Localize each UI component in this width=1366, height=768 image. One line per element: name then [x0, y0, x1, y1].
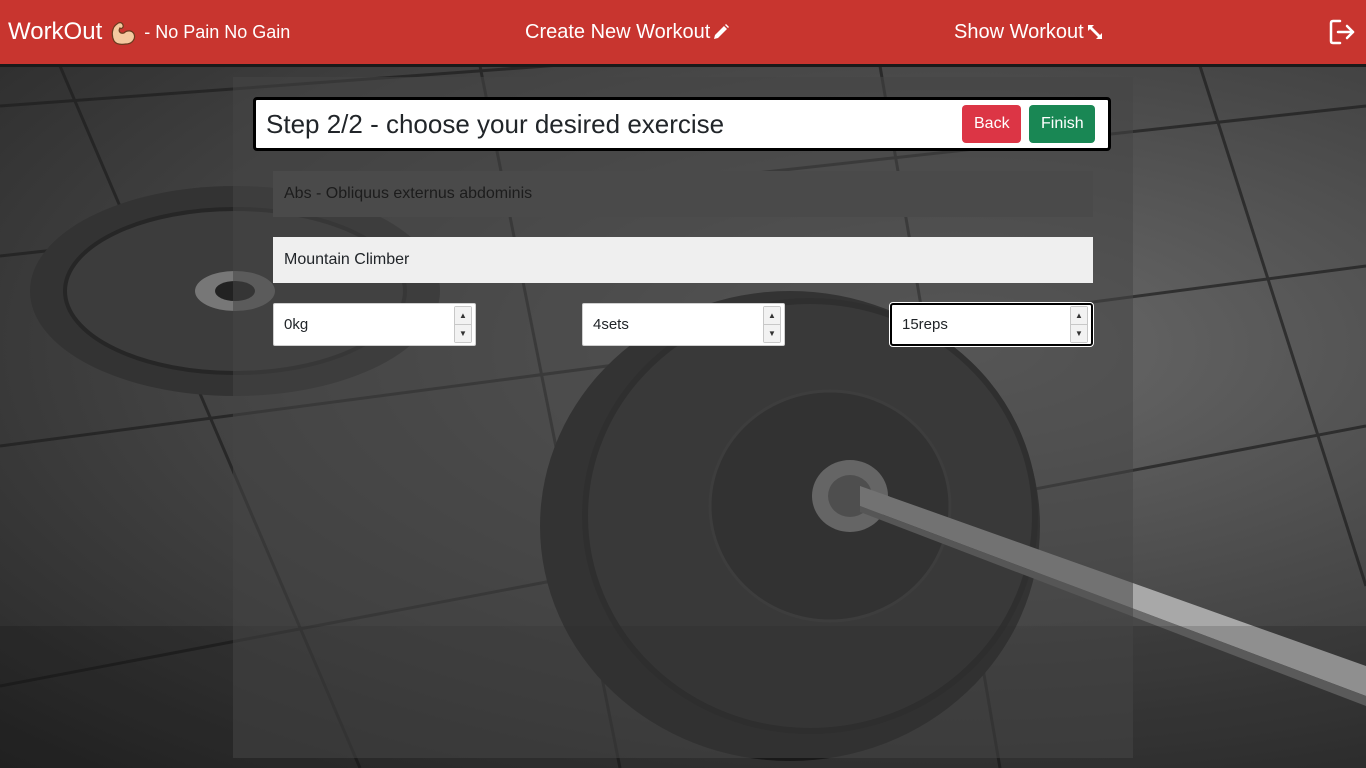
- sets-value: 4sets: [593, 316, 629, 333]
- exercise-select-value: Mountain Climber: [284, 251, 410, 268]
- weight-increment-icon[interactable]: ▲: [455, 307, 471, 325]
- finish-button[interactable]: Finish: [1029, 105, 1095, 143]
- brand-title: WorkOut: [8, 18, 103, 45]
- navbar: WorkOut - No Pain No Gain Create New Wor…: [0, 0, 1366, 67]
- reps-decrement-icon[interactable]: ▼: [1071, 325, 1087, 342]
- reps-value: 15reps: [902, 316, 948, 333]
- brand-subtitle: - No Pain No Gain: [144, 21, 291, 42]
- step-title: Step 2/2 - choose your desired exercise: [266, 108, 725, 139]
- exercise-select[interactable]: Mountain Climber: [273, 237, 1093, 283]
- create-new-workout-label: Create New Workout: [525, 20, 711, 43]
- step-header: Step 2/2 - choose your desired exercise …: [253, 97, 1111, 151]
- workout-step-panel: Step 2/2 - choose your desired exercise …: [233, 77, 1133, 758]
- expand-arrows-icon: [1086, 23, 1104, 41]
- sets-increment-icon[interactable]: ▲: [764, 307, 780, 325]
- flexed-arm-icon: [108, 17, 138, 47]
- weight-spinner[interactable]: ▲ ▼: [454, 306, 472, 343]
- weight-value: 0kg: [284, 316, 309, 333]
- reps-spinner[interactable]: ▲ ▼: [1070, 306, 1088, 343]
- muscle-select-value: Abs - Obliquus externus abdominis: [284, 185, 533, 202]
- weight-decrement-icon[interactable]: ▼: [455, 325, 471, 342]
- show-workout-link[interactable]: Show Workout: [954, 0, 1104, 64]
- back-button[interactable]: Back: [962, 105, 1021, 143]
- logout-icon[interactable]: [1328, 18, 1356, 46]
- pencil-icon: [712, 23, 730, 41]
- sets-spinner[interactable]: ▲ ▼: [763, 306, 781, 343]
- reps-input[interactable]: 15reps ▲ ▼: [890, 303, 1093, 346]
- muscle-select[interactable]: Abs - Obliquus externus abdominis: [273, 171, 1093, 217]
- weight-input[interactable]: 0kg ▲ ▼: [273, 303, 476, 346]
- sets-input[interactable]: 4sets ▲ ▼: [582, 303, 785, 346]
- brand[interactable]: WorkOut - No Pain No Gain: [8, 0, 290, 64]
- sets-decrement-icon[interactable]: ▼: [764, 325, 780, 342]
- show-workout-label: Show Workout: [954, 20, 1084, 43]
- create-new-workout-link[interactable]: Create New Workout: [525, 0, 730, 64]
- reps-increment-icon[interactable]: ▲: [1071, 307, 1087, 325]
